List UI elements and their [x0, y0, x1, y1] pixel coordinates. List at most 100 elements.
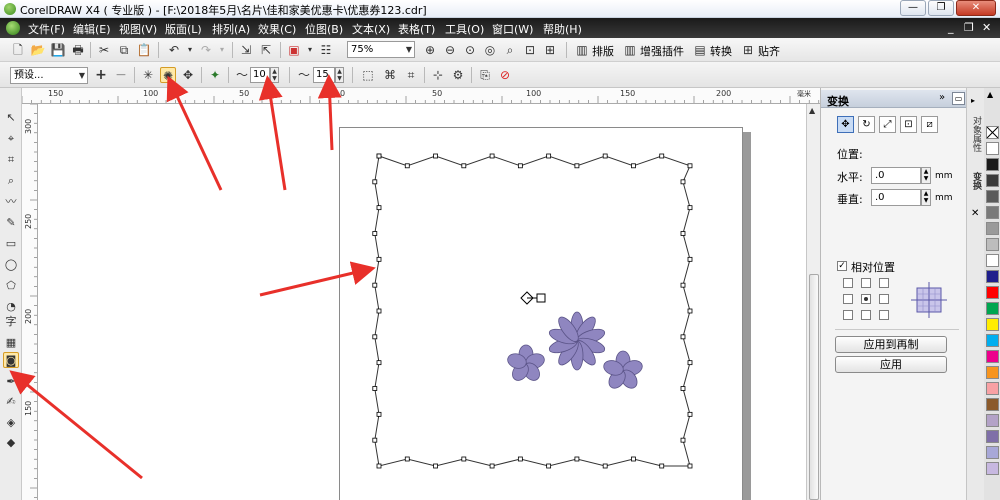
frequency-stepper[interactable]: ▲ ▼: [335, 67, 344, 83]
doc-minimize-button[interactable]: _: [948, 21, 954, 34]
color-swatch[interactable]: [986, 206, 999, 219]
curve-node[interactable]: [680, 386, 686, 391]
flower-group[interactable]: [506, 311, 644, 391]
color-swatch[interactable]: [986, 334, 999, 347]
anchor-center[interactable]: [861, 294, 871, 304]
zoom-in-icon[interactable]: ⊕: [422, 42, 438, 58]
color-swatch[interactable]: [986, 238, 999, 251]
vertical-stepper[interactable]: ▲ ▼: [921, 189, 931, 206]
color-swatch[interactable]: [986, 398, 999, 411]
push-pull-distortion-icon[interactable]: ✳: [140, 67, 156, 83]
palette-scroll-up-icon[interactable]: ▲: [987, 90, 993, 99]
vertical-scrollbar[interactable]: ▲: [806, 104, 820, 500]
anchor-top-right[interactable]: [879, 278, 889, 288]
curve-node[interactable]: [376, 308, 382, 314]
tab-transform[interactable]: 变换: [970, 172, 983, 190]
anchor-bottom-left[interactable]: [843, 310, 853, 320]
docker-minimize-icon[interactable]: ▭: [952, 92, 965, 105]
menu-text[interactable]: 文本(X): [352, 21, 390, 37]
curve-node[interactable]: [687, 256, 693, 262]
scrollbar-thumb[interactable]: [809, 274, 819, 500]
curve-node[interactable]: [372, 437, 378, 443]
color-swatch[interactable]: [986, 462, 999, 475]
basic-shapes-tool-icon[interactable]: ◔: [3, 299, 19, 315]
color-swatch[interactable]: [986, 142, 999, 155]
curve-node[interactable]: [376, 411, 382, 417]
color-swatch[interactable]: [986, 414, 999, 427]
curve-node[interactable]: [372, 231, 378, 236]
curve-node[interactable]: [687, 308, 693, 314]
horizontal-input[interactable]: .0: [871, 167, 921, 184]
amplitude-stepper[interactable]: ▲ ▼: [270, 67, 279, 83]
close-button[interactable]: ✕: [956, 0, 996, 16]
redo-icon[interactable]: ↷: [198, 42, 214, 58]
close-tab-icon[interactable]: ✕: [971, 208, 979, 219]
curve-node[interactable]: [372, 282, 378, 288]
convert-to-curves-icon[interactable]: ⚙: [450, 67, 466, 83]
curve-node[interactable]: [461, 456, 467, 462]
random-distortion-icon[interactable]: ⬚: [360, 67, 376, 83]
menu-window[interactable]: 窗口(W): [492, 21, 533, 37]
curve-node[interactable]: [659, 463, 665, 469]
eyedropper-tool-icon[interactable]: ✒: [3, 374, 19, 390]
curve-node[interactable]: [687, 205, 693, 211]
curve-node[interactable]: [489, 463, 495, 469]
menu-help[interactable]: 帮助(H): [543, 21, 582, 37]
zoom-tool-icon[interactable]: ⌕: [3, 173, 19, 189]
horizontal-stepper[interactable]: ▲ ▼: [921, 167, 931, 184]
menu-edit[interactable]: 编辑(E): [73, 21, 111, 37]
restore-button[interactable]: ❐: [928, 0, 954, 16]
snap-button[interactable]: 贴齐: [758, 43, 780, 59]
preset-select[interactable]: 预设... ▼: [10, 67, 88, 84]
remove-preset-icon[interactable]: −: [113, 67, 129, 83]
color-swatch[interactable]: [986, 270, 999, 283]
curve-node[interactable]: [680, 437, 686, 443]
tabs-scroll-icon[interactable]: ▸: [971, 96, 975, 105]
zoom-height-icon[interactable]: ⊞: [542, 42, 558, 58]
curve-node[interactable]: [461, 163, 467, 169]
menu-layout[interactable]: 版面(L): [165, 21, 202, 37]
vertical-input[interactable]: .0: [871, 189, 921, 206]
import-icon[interactable]: ⇲: [238, 42, 254, 58]
size-mode-icon[interactable]: ⊡: [900, 116, 917, 133]
anchor-top-center[interactable]: [861, 278, 871, 288]
skew-mode-icon[interactable]: ⧄: [921, 116, 938, 133]
text-tool-icon[interactable]: 字: [3, 314, 19, 330]
smooth-distortion-icon[interactable]: ⌘: [382, 67, 398, 83]
no-fill-swatch-icon[interactable]: [986, 126, 999, 139]
distortion-handle[interactable]: [520, 291, 546, 305]
application-launcher-icon[interactable]: ▣: [286, 42, 302, 58]
ellipse-tool-icon[interactable]: ◯: [3, 257, 19, 273]
color-swatch[interactable]: [986, 318, 999, 331]
paste-icon[interactable]: 📋: [136, 42, 152, 58]
curve-node[interactable]: [376, 360, 382, 366]
curve-node[interactable]: [680, 282, 686, 288]
smart-fill-tool-icon[interactable]: ✎: [3, 215, 19, 231]
curve-node[interactable]: [546, 463, 552, 469]
curve-node[interactable]: [574, 163, 580, 169]
scale-mirror-mode-icon[interactable]: ⤢: [879, 116, 896, 133]
minimize-button[interactable]: —: [900, 0, 926, 16]
doc-close-button[interactable]: ✕: [982, 21, 991, 34]
add-preset-icon[interactable]: +: [93, 67, 109, 83]
zoom-selected-icon[interactable]: ⊙: [462, 42, 478, 58]
rectangle-tool-icon[interactable]: ▭: [3, 236, 19, 252]
pick-tool-icon[interactable]: ↖: [3, 110, 19, 126]
new-document-icon[interactable]: 🗋: [10, 42, 26, 58]
curve-node[interactable]: [631, 456, 636, 462]
color-swatch[interactable]: [986, 350, 999, 363]
interactive-distortion-tool-icon[interactable]: ◙: [3, 352, 19, 368]
curve-node[interactable]: [631, 163, 636, 169]
export-icon[interactable]: ⇱: [258, 42, 274, 58]
curve-node[interactable]: [433, 463, 438, 469]
fill-tool-icon[interactable]: ◈: [3, 415, 19, 431]
tab-object-properties[interactable]: 对象属性: [970, 116, 983, 152]
curve-node[interactable]: [574, 456, 580, 462]
anchor-bottom-right[interactable]: [879, 310, 889, 320]
curve-node[interactable]: [680, 179, 686, 185]
table-tool-icon[interactable]: ▦: [3, 335, 19, 351]
curve-node[interactable]: [517, 163, 523, 169]
drawing-canvas[interactable]: [38, 104, 806, 500]
welcome-screen-icon[interactable]: ☷: [318, 42, 334, 58]
docker-collapse-icon[interactable]: »: [939, 92, 945, 103]
